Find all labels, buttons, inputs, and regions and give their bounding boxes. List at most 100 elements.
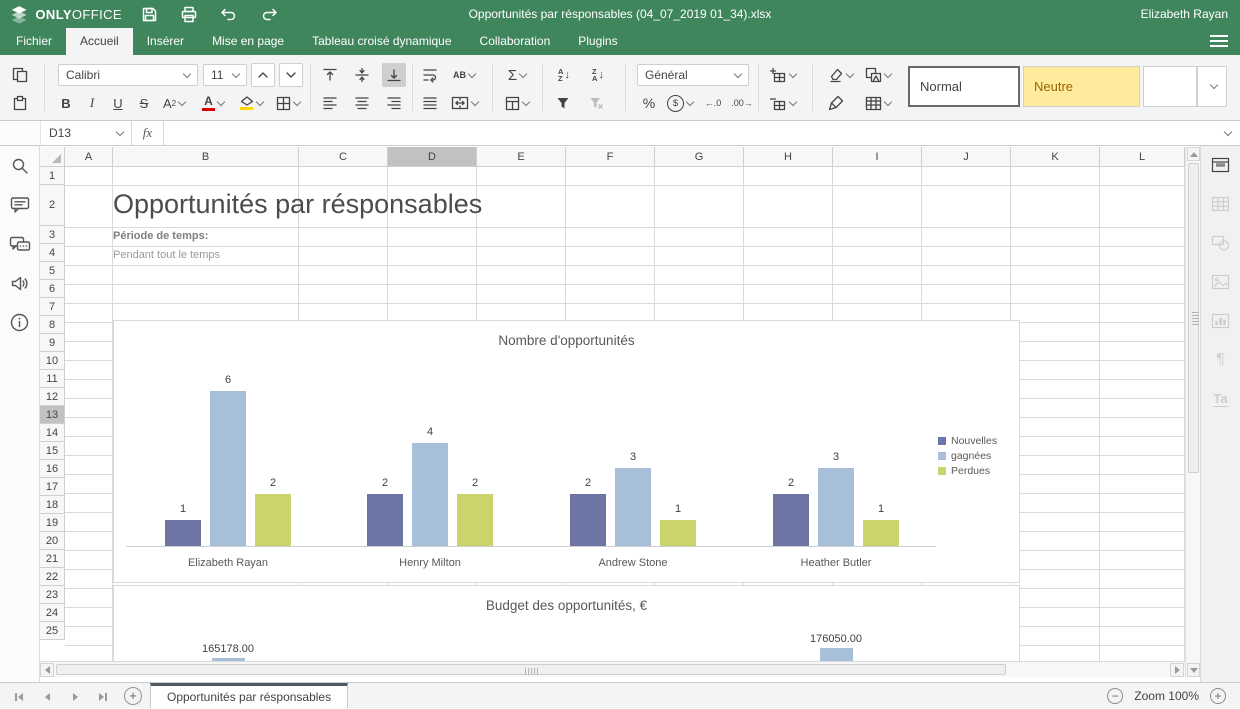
sort-descending-button[interactable]: ZA↓ xyxy=(584,63,612,87)
format-as-table-button[interactable] xyxy=(860,91,896,115)
zoom-out-button[interactable]: − xyxy=(1107,688,1123,704)
align-center-button[interactable] xyxy=(350,91,374,115)
row-header-8[interactable]: 8 xyxy=(40,316,65,334)
row-header-24[interactable]: 24 xyxy=(40,604,65,622)
row-header-16[interactable]: 16 xyxy=(40,460,65,478)
cell-styles-more-button[interactable] xyxy=(1197,66,1227,107)
add-sheet-button[interactable]: + xyxy=(124,687,142,705)
zoom-in-button[interactable]: + xyxy=(1210,688,1226,704)
column-header-K[interactable]: K xyxy=(1011,147,1100,167)
row-header-10[interactable]: 10 xyxy=(40,352,65,370)
scroll-right-button[interactable] xyxy=(1170,663,1184,677)
first-sheet-button[interactable] xyxy=(10,691,28,703)
decrease-decimal-button[interactable]: ←.0 xyxy=(700,91,726,115)
row-header-21[interactable]: 21 xyxy=(40,550,65,568)
horizontal-scroll-thumb[interactable] xyxy=(56,664,1006,675)
vertical-scrollbar[interactable] xyxy=(1185,147,1200,677)
font-color-button[interactable]: A xyxy=(196,91,230,115)
about-button[interactable] xyxy=(7,310,33,334)
merge-cells-button[interactable] xyxy=(446,91,482,115)
align-middle-button[interactable] xyxy=(350,63,374,87)
row-header-13[interactable]: 13 xyxy=(40,406,65,424)
cell-settings-button[interactable] xyxy=(1208,154,1234,176)
align-right-button[interactable] xyxy=(382,91,406,115)
copy-button[interactable] xyxy=(8,63,32,87)
align-bottom-button[interactable] xyxy=(382,63,406,87)
save-button[interactable] xyxy=(136,3,162,25)
row-header-17[interactable]: 17 xyxy=(40,478,65,496)
cell-reference-box[interactable]: D13 xyxy=(41,121,132,145)
column-header-H[interactable]: H xyxy=(744,147,833,167)
column-header-L[interactable]: L xyxy=(1100,147,1185,167)
print-button[interactable] xyxy=(176,3,202,25)
copy-style-button[interactable] xyxy=(824,91,848,115)
cell-style-neutre[interactable]: Neutre xyxy=(1023,66,1140,107)
sort-ascending-button[interactable]: AZ↓ xyxy=(550,63,578,87)
chart-budget-opportunites[interactable]: Budget des opportunités, € 165178.001760… xyxy=(113,585,1020,661)
row-header-15[interactable]: 15 xyxy=(40,442,65,460)
row-header-14[interactable]: 14 xyxy=(40,424,65,442)
row-header-23[interactable]: 23 xyxy=(40,586,65,604)
select-all-corner[interactable] xyxy=(40,147,65,167)
subscript-superscript-button[interactable]: A2 xyxy=(158,91,190,115)
row-header-3[interactable]: 3 xyxy=(40,226,65,244)
chart-settings-button[interactable] xyxy=(1208,310,1234,332)
menu-tab-mise-en-page[interactable]: Mise en page xyxy=(198,28,298,55)
row-header-4[interactable]: 4 xyxy=(40,244,65,262)
cells-area[interactable]: Opportunités par résponsables Période de… xyxy=(65,167,1185,661)
strikeout-button[interactable]: S xyxy=(132,91,156,115)
formula-input[interactable] xyxy=(164,121,1212,145)
currency-style-button[interactable]: $ xyxy=(664,91,696,115)
view-settings-button[interactable] xyxy=(1210,35,1228,48)
delete-cells-button[interactable] xyxy=(764,91,800,115)
row-header-2[interactable]: 2 xyxy=(40,185,65,226)
scroll-up-button[interactable] xyxy=(1187,147,1200,161)
named-ranges-button[interactable] xyxy=(500,91,534,115)
chat-button[interactable] xyxy=(7,232,33,256)
underline-button[interactable]: U xyxy=(106,91,130,115)
insert-function-fx-button[interactable]: fx xyxy=(132,121,164,145)
column-header-I[interactable]: I xyxy=(833,147,922,167)
wrap-text-button[interactable] xyxy=(418,63,442,87)
increase-decimal-button[interactable]: .00→ xyxy=(728,91,756,115)
decrement-font-size-button[interactable] xyxy=(279,63,303,87)
paragraph-settings-button[interactable]: ¶ xyxy=(1208,349,1234,371)
text-art-settings-button[interactable]: Ta xyxy=(1208,388,1234,410)
font-name-select[interactable]: Calibri xyxy=(58,64,198,86)
insert-function-button[interactable]: Σ xyxy=(500,63,534,87)
redo-button[interactable] xyxy=(256,3,282,25)
row-header-6[interactable]: 6 xyxy=(40,280,65,298)
shape-settings-button[interactable] xyxy=(1208,232,1234,254)
next-sheet-button[interactable] xyxy=(66,691,84,703)
merge-center-button[interactable]: AB xyxy=(446,63,482,87)
justify-button[interactable] xyxy=(418,91,442,115)
row-header-5[interactable]: 5 xyxy=(40,262,65,280)
user-name[interactable]: Elizabeth Rayan xyxy=(1141,0,1228,28)
font-size-select[interactable]: 11 xyxy=(203,64,247,86)
menu-tab-fichier[interactable]: Fichier xyxy=(2,28,66,55)
increment-font-size-button[interactable] xyxy=(251,63,275,87)
menu-tab-accueil[interactable]: Accueil xyxy=(66,28,133,55)
row-header-18[interactable]: 18 xyxy=(40,496,65,514)
undo-button[interactable] xyxy=(216,3,242,25)
filter-button[interactable] xyxy=(551,91,575,115)
table-settings-button[interactable] xyxy=(1208,193,1234,215)
previous-sheet-button[interactable] xyxy=(38,691,56,703)
row-header-7[interactable]: 7 xyxy=(40,298,65,316)
insert-cells-button[interactable] xyxy=(764,63,800,87)
conditional-formatting-button[interactable] xyxy=(860,63,896,87)
menu-tab-ins-rer[interactable]: Insérer xyxy=(133,28,198,55)
expand-formula-bar-button[interactable] xyxy=(1212,121,1240,145)
row-header-1[interactable]: 1 xyxy=(40,167,65,185)
column-header-G[interactable]: G xyxy=(655,147,744,167)
align-left-button[interactable] xyxy=(318,91,342,115)
row-header-19[interactable]: 19 xyxy=(40,514,65,532)
column-header-J[interactable]: J xyxy=(922,147,1011,167)
row-header-20[interactable]: 20 xyxy=(40,532,65,550)
cell-style-normal[interactable]: Normal xyxy=(908,66,1020,107)
search-button[interactable] xyxy=(7,154,33,178)
italic-button[interactable]: I xyxy=(80,91,104,115)
row-header-9[interactable]: 9 xyxy=(40,334,65,352)
row-header-12[interactable]: 12 xyxy=(40,388,65,406)
horizontal-scrollbar[interactable] xyxy=(40,661,1185,677)
